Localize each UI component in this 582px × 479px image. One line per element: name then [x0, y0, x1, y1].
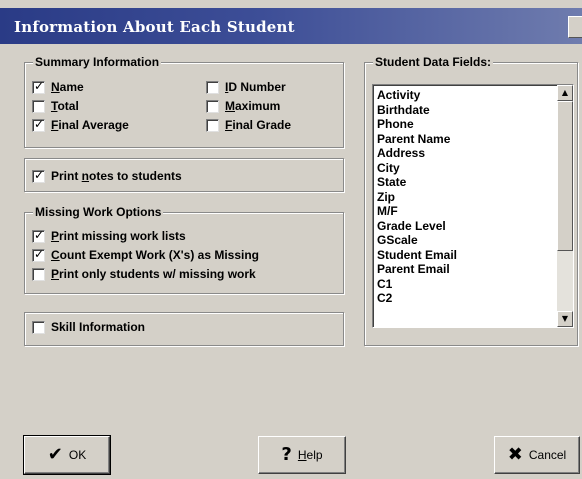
checkbox-id-number[interactable]: ID Number — [206, 80, 286, 94]
checkbox-box[interactable] — [32, 79, 45, 94]
checkbox-box[interactable] — [32, 320, 45, 334]
list-item[interactable]: Activity — [377, 88, 555, 103]
student-fields-listbox[interactable]: Activity Birthdate Phone Parent Name Add… — [372, 84, 574, 328]
checkbox-box[interactable] — [32, 99, 45, 113]
list-item[interactable]: Student Email — [377, 248, 555, 263]
list-item[interactable]: C1 — [377, 277, 555, 292]
checkbox-total[interactable]: Total — [32, 99, 79, 113]
cancel-button[interactable]: ✖ Cancel — [494, 436, 580, 474]
checkbox-print-only-missing[interactable]: Print only students w/ missing work — [32, 267, 256, 281]
list-item[interactable]: C2 — [377, 291, 555, 306]
fields-group-title: Student Data Fields: — [373, 55, 494, 69]
scroll-up-icon[interactable]: ▲ — [557, 85, 573, 101]
checkbox-box[interactable] — [32, 228, 45, 243]
check-icon: ✔ — [47, 444, 63, 465]
window-title: Information About Each Student — [14, 18, 295, 36]
vertical-scrollbar[interactable]: ▲ ▼ — [557, 85, 573, 327]
list-item[interactable]: Parent Name — [377, 132, 555, 147]
list-item[interactable]: Birthdate — [377, 103, 555, 118]
list-item[interactable]: City — [377, 161, 555, 176]
checkbox-box[interactable] — [32, 247, 45, 262]
summary-group-title: Summary Information — [33, 55, 162, 69]
fields-list: Activity Birthdate Phone Parent Name Add… — [377, 88, 555, 306]
ok-button[interactable]: ✔ OK — [23, 435, 111, 475]
checkbox-print-notes[interactable]: Print notes to students — [32, 168, 182, 183]
question-icon: ? — [281, 444, 292, 465]
missing-work-title: Missing Work Options — [33, 205, 164, 219]
checkbox-print-missing[interactable]: Print missing work lists — [32, 228, 186, 243]
checkbox-final-grade[interactable]: Final Grade — [206, 118, 291, 132]
list-item[interactable]: Grade Level — [377, 219, 555, 234]
checkbox-final-average[interactable]: Final Average — [32, 117, 129, 132]
list-item[interactable]: GScale — [377, 233, 555, 248]
checkbox-box[interactable] — [32, 267, 45, 281]
help-button[interactable]: ? Help — [258, 436, 346, 474]
checkbox-box[interactable] — [206, 118, 219, 132]
checkbox-skill-information[interactable]: Skill Information — [32, 320, 145, 334]
list-item[interactable]: Phone — [377, 117, 555, 132]
close-button[interactable] — [568, 16, 582, 38]
scroll-down-icon[interactable]: ▼ — [557, 311, 573, 327]
checkbox-count-exempt[interactable]: Count Exempt Work (X's) as Missing — [32, 247, 259, 262]
student-info-dialog: Information About Each Student Summary I… — [0, 0, 582, 479]
checkbox-name[interactable]: Name — [32, 79, 84, 94]
list-item[interactable]: State — [377, 175, 555, 190]
checkbox-box[interactable] — [32, 168, 45, 183]
checkbox-box[interactable] — [32, 117, 45, 132]
checkbox-box[interactable] — [206, 80, 219, 94]
x-icon: ✖ — [507, 444, 523, 465]
list-item[interactable]: M/F — [377, 204, 555, 219]
checkbox-box[interactable] — [206, 99, 219, 113]
list-item[interactable]: Parent Email — [377, 262, 555, 277]
title-bar: Information About Each Student — [0, 8, 582, 44]
list-item[interactable]: Zip — [377, 190, 555, 205]
scroll-thumb[interactable] — [557, 101, 573, 251]
checkbox-maximum[interactable]: Maximum — [206, 99, 280, 113]
list-item[interactable]: Address — [377, 146, 555, 161]
